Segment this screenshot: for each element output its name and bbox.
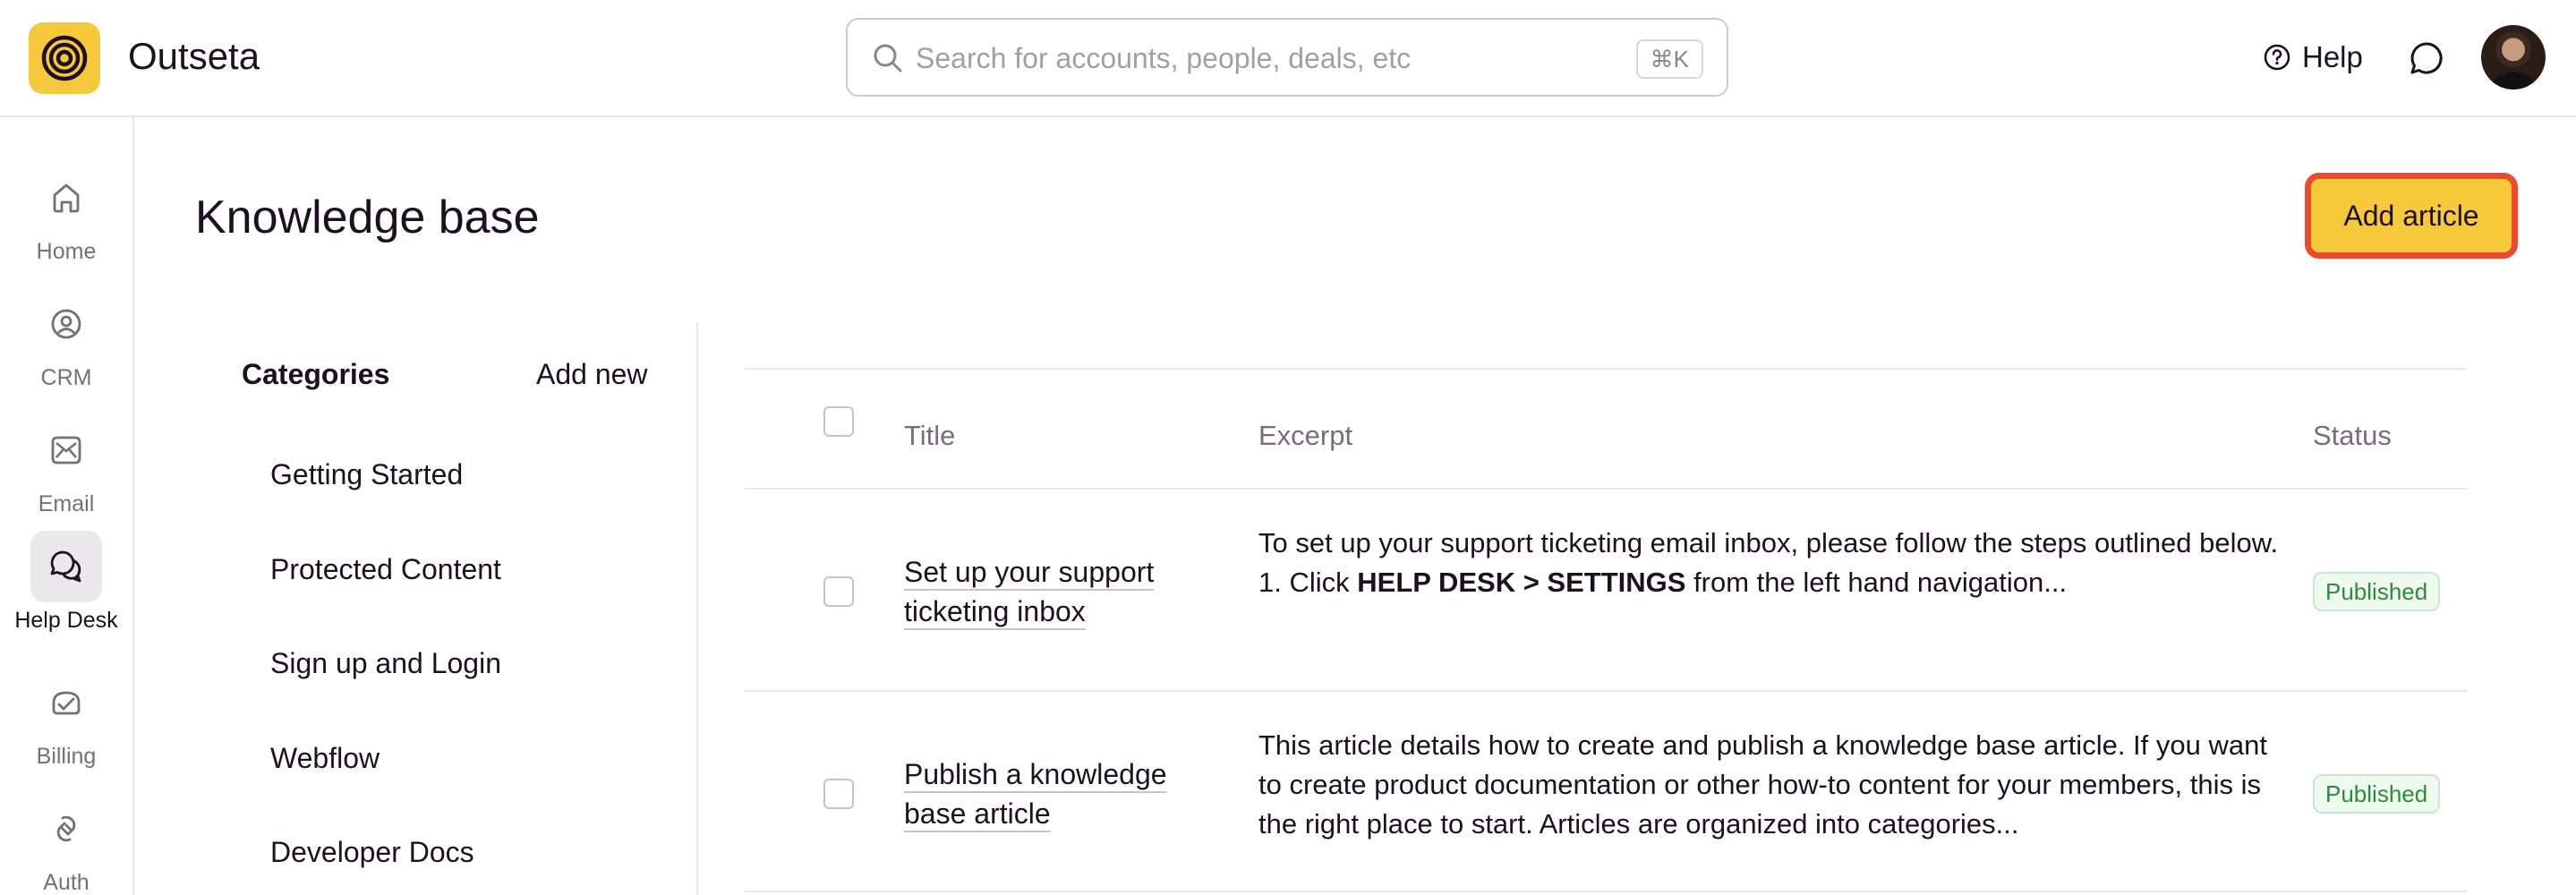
nav-item-home[interactable]: Home	[0, 162, 132, 265]
help-link[interactable]: Help	[2263, 34, 2363, 81]
add-article-button[interactable]: Add article	[2305, 173, 2518, 259]
search-input[interactable]	[916, 34, 1578, 82]
table-header-row: Title Excerpt Status	[745, 368, 2467, 488]
page-title: Knowledge base	[195, 192, 540, 243]
search-icon	[874, 44, 902, 72]
nav-item-billing[interactable]: Billing	[0, 667, 132, 770]
excerpt-bold-text: HELP DESK > SETTINGS	[1357, 567, 1686, 598]
column-header-status: Status	[2313, 420, 2392, 451]
nav-label-email: Email	[38, 491, 95, 516]
global-search[interactable]: ⌘K	[846, 18, 1728, 97]
search-shortcut-badge: ⌘K	[1635, 39, 1703, 79]
chat-icon[interactable]	[2408, 39, 2445, 77]
nav-label-auth: Auth	[43, 870, 90, 895]
category-item[interactable]: Getting Started	[270, 458, 463, 491]
nav-label-billing: Billing	[36, 744, 97, 769]
excerpt-text: 1. Click	[1258, 567, 1358, 598]
select-all-checkbox[interactable]	[823, 406, 854, 437]
categories-panel: Categories Add new Getting Started Prote…	[215, 322, 698, 895]
article-title-link[interactable]: Set up your support ticketing inbox	[904, 552, 1199, 631]
help-desk-icon	[50, 550, 81, 583]
top-bar: Outseta ⌘K Help	[0, 0, 2576, 117]
email-icon	[51, 436, 81, 465]
billing-icon	[52, 691, 81, 715]
nav-item-help-desk[interactable]: Help Desk	[0, 531, 132, 634]
status-badge: Published	[2313, 774, 2441, 814]
category-item[interactable]: Protected Content	[270, 553, 501, 586]
outseta-logo[interactable]	[29, 22, 100, 94]
nav-label-crm: CRM	[40, 365, 92, 390]
category-item[interactable]: Webflow	[270, 742, 380, 775]
home-icon	[53, 183, 80, 213]
article-title-link[interactable]: Publish a knowledge base article	[904, 754, 1199, 833]
nav-label-home: Home	[36, 239, 97, 264]
category-item[interactable]: Sign up and Login	[270, 647, 501, 680]
column-header-title: Title	[904, 420, 956, 451]
article-excerpt: This article details how to create and p…	[1258, 729, 2267, 840]
nav-item-email[interactable]: Email	[0, 414, 132, 517]
side-nav: Home CRM Email Help Desk Billing Auth	[0, 117, 134, 895]
categories-title: Categories	[242, 358, 390, 390]
row-checkbox[interactable]	[823, 576, 854, 607]
auth-icon	[56, 815, 76, 842]
help-circle-icon	[2264, 44, 2290, 71]
excerpt-text: To set up your support ticketing email i…	[1258, 527, 2279, 558]
nav-item-crm[interactable]: CRM	[0, 288, 132, 391]
crm-icon	[51, 309, 81, 339]
row-checkbox[interactable]	[823, 779, 854, 809]
category-item[interactable]: Developer Docs	[270, 836, 474, 869]
column-header-excerpt: Excerpt	[1258, 420, 1353, 451]
add-category-link[interactable]: Add new	[536, 358, 648, 391]
logo-spiral-icon	[41, 35, 88, 81]
table-row[interactable]: Publish a knowledge base article This ar…	[745, 690, 2467, 892]
help-label: Help	[2302, 40, 2363, 73]
table-row[interactable]: Set up your support ticketing inbox To s…	[745, 488, 2467, 690]
user-avatar[interactable]	[2481, 25, 2546, 90]
nav-item-auth[interactable]: Auth	[0, 793, 132, 895]
nav-label-help-desk: Help Desk	[14, 608, 118, 633]
article-excerpt: To set up your support ticketing email i…	[1258, 524, 2279, 602]
status-badge: Published	[2313, 572, 2441, 611]
app-name: Outseta	[128, 35, 260, 77]
excerpt-text: from the left hand navigation...	[1685, 567, 2068, 598]
